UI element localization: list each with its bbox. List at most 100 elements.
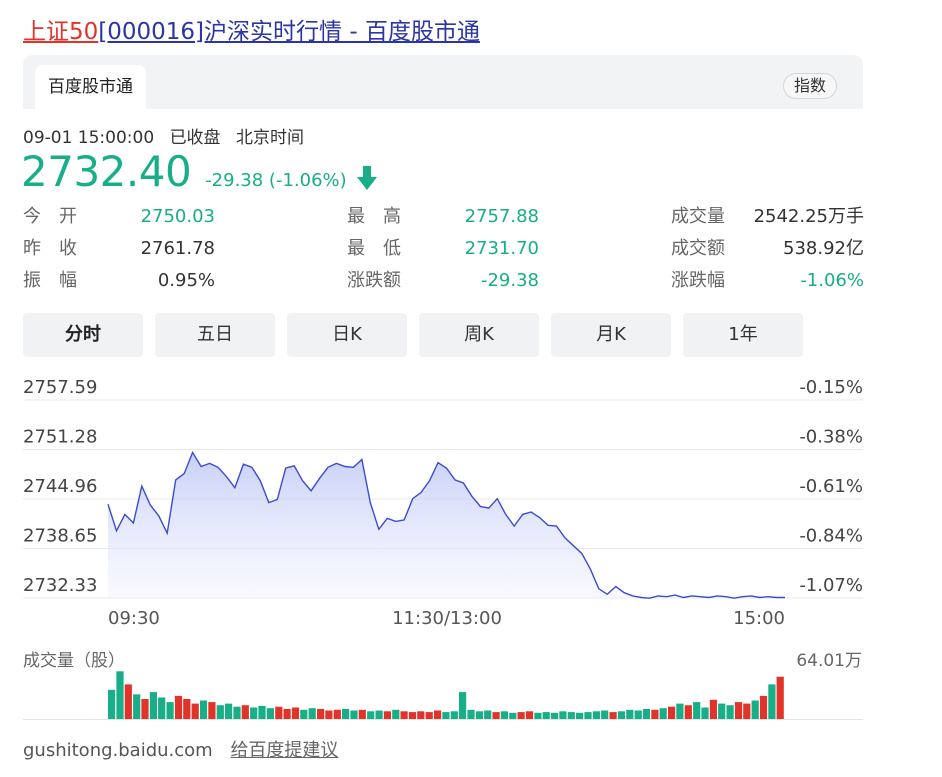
volume-bar [375, 710, 383, 719]
stat-value: 2542.25万手 [753, 206, 864, 227]
volume-bar [133, 694, 141, 719]
stat-label: 成交额 [671, 238, 725, 259]
volume-bar [709, 699, 717, 719]
down-arrow-icon [357, 166, 377, 190]
stat-item: 最 低 2731.70 [347, 234, 539, 264]
volume-bar [124, 684, 132, 719]
volume-bar [517, 712, 525, 719]
stat-item: 成交额 538.92亿 [671, 234, 864, 264]
current-price: 2732.40 [21, 147, 192, 196]
volume-bar [676, 703, 684, 719]
volume-bar [333, 709, 341, 719]
volume-chart [23, 671, 863, 720]
volume-bar [208, 702, 216, 719]
volume-bar [567, 712, 575, 719]
period-tab[interactable]: 周K [419, 313, 539, 357]
volume-bar [559, 711, 567, 719]
source-tab-bar: 百度股市通 指数 [23, 55, 863, 109]
stat-value: -29.38 [480, 270, 539, 291]
y-tick-right: -0.38% [799, 427, 863, 448]
volume-bar [459, 692, 467, 719]
volume-bar [734, 702, 743, 719]
stat-label: 涨跌额 [347, 270, 401, 291]
volume-bar [576, 712, 584, 719]
x-tick: 11:30/13:00 [392, 608, 502, 629]
volume-bar [776, 676, 784, 719]
stat-value: 2731.70 [464, 238, 539, 259]
volume-bar [743, 703, 751, 719]
y-tick-left: 2732.33 [23, 575, 97, 596]
title-link[interactable]: [000016]沪深实时行情 - 百度股市通 [98, 19, 480, 45]
period-tab[interactable]: 日K [287, 313, 407, 357]
period-tab[interactable]: 分时 [23, 313, 143, 357]
volume-bar [467, 709, 475, 719]
stat-value: 538.92亿 [783, 238, 864, 259]
stat-label: 最 低 [347, 238, 401, 259]
volume-bar [450, 711, 458, 719]
stat-label: 今 开 [23, 206, 77, 227]
volume-bar [417, 711, 425, 719]
y-tick-left: 2757.59 [23, 377, 97, 398]
y-tick-right: -1.07% [799, 575, 863, 596]
period-tabs: 分时 五日 日K 周K 月K 1年 [23, 313, 815, 357]
volume-bar [651, 709, 659, 719]
volume-bar [534, 712, 542, 719]
footer: gushitong.baidu.com 给百度提建议 [23, 736, 338, 762]
volume-bar [300, 709, 308, 719]
volume-bar [442, 712, 450, 719]
volume-bar [367, 711, 375, 719]
stat-value: 0.95% [157, 270, 215, 291]
volume-bar [475, 711, 483, 719]
page-title[interactable]: 上证50[000016]沪深实时行情 - 百度股市通 [23, 12, 480, 46]
volume-bar [525, 711, 534, 719]
volume-bar [434, 710, 442, 719]
period-tab[interactable]: 月K [551, 313, 671, 357]
price-area [108, 452, 785, 599]
volume-bar [484, 710, 492, 719]
stat-value: 2757.88 [464, 206, 539, 227]
x-tick: 09:30 [108, 608, 160, 629]
volume-bar [149, 692, 157, 719]
volume-bar [250, 707, 258, 719]
index-name-link[interactable]: 上证50 [23, 19, 98, 45]
volume-bar [325, 710, 333, 719]
volume-bar [191, 703, 199, 719]
stat-label: 昨 收 [23, 238, 77, 259]
volume-bar [308, 708, 316, 719]
volume-bar [233, 706, 241, 719]
feedback-link[interactable]: 给百度提建议 [230, 740, 338, 761]
volume-bar [216, 705, 224, 719]
period-tab[interactable]: 1年 [683, 313, 803, 357]
volume-bar [642, 709, 651, 719]
period-tab[interactable]: 五日 [155, 313, 275, 357]
volume-bar [668, 706, 676, 719]
y-tick-left: 2744.96 [23, 476, 97, 497]
price-change: -29.38 (-1.06%) [205, 170, 347, 191]
volume-bar [266, 708, 274, 719]
quote-stats-grid: 今 开 2750.03 最 高 2757.88 成交量 2542.25万手昨 收 2761.… [23, 202, 864, 298]
stat-label: 涨跌幅 [671, 270, 725, 291]
volume-bar [626, 709, 634, 719]
stat-item: 成交量 2542.25万手 [671, 202, 864, 232]
volume-bar [584, 712, 592, 719]
volume-bar [283, 709, 291, 719]
volume-bar [726, 705, 734, 719]
volume-bar [350, 710, 358, 719]
source-domain: gushitong.baidu.com [23, 740, 213, 761]
stat-item: 昨 收 2761.78 [23, 234, 215, 264]
volume-bar [400, 711, 408, 719]
intraday-chart[interactable]: 2757.59 -0.15% 2751.28 -0.38% 2744.96 -0.61% 2… [0, 360, 942, 650]
stat-value: 2750.03 [140, 206, 215, 227]
quote-timestamp: 09-01 15:00:00 已收盘 北京时间 [23, 123, 314, 148]
volume-bar [392, 709, 400, 719]
volume-bar [108, 689, 116, 719]
volume-bar [317, 709, 325, 719]
tab-baidu-gushitong[interactable]: 百度股市通 [35, 65, 146, 109]
volume-bar [183, 699, 191, 719]
y-tick-right: -0.15% [799, 377, 863, 398]
volume-bar [174, 695, 183, 719]
stat-item: 涨跌幅 -1.06% [671, 266, 864, 296]
volume-bar [258, 705, 266, 719]
market-state: 已收盘 [169, 128, 221, 148]
volume-bar [492, 712, 500, 719]
